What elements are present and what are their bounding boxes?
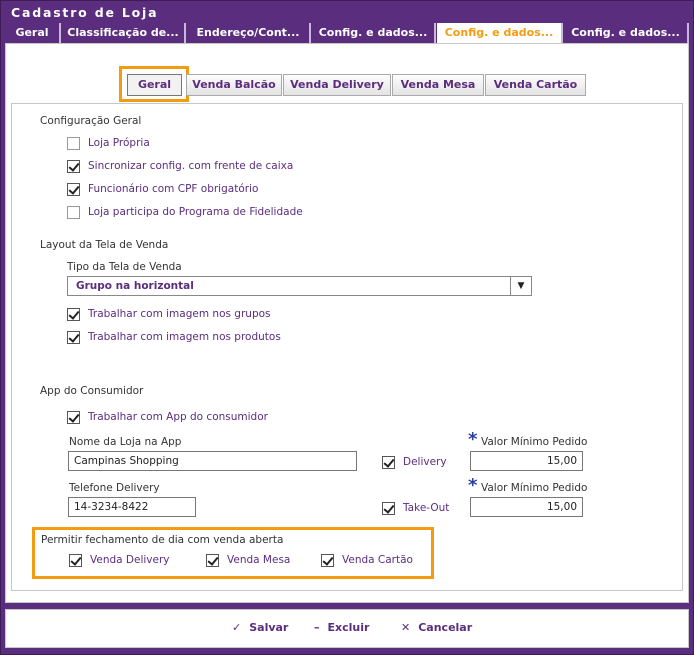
nome-loja-label: Nome da Loja na App (69, 436, 182, 448)
tipo-tela-value: Grupo na horizontal (76, 280, 194, 292)
valor-min-delivery-input[interactable]: 15,00 (470, 451, 583, 471)
subtab-venda-cartao[interactable]: Venda Cartão (485, 74, 586, 96)
subtab-venda-delivery[interactable]: Venda Delivery (283, 74, 391, 96)
valor-min-takeout-input[interactable]: 15,00 (470, 497, 583, 517)
tab-config-1[interactable]: Config. e dados... (312, 23, 436, 43)
imagem-produtos-label: Trabalhar com imagem nos produtos (88, 331, 281, 343)
nome-loja-input[interactable]: Campinas Shopping (68, 451, 357, 471)
tab-config-3[interactable]: Config. e dados... (564, 23, 689, 43)
fech-cartao-label: Venda Cartão (342, 554, 413, 566)
tipo-tela-select[interactable]: Grupo na horizontal ▼ (67, 276, 532, 296)
app-title: App do Consumidor (40, 385, 144, 397)
window-title: Cadastro de Loja (1, 1, 693, 22)
required-asterisk: * (468, 475, 478, 496)
fech-delivery-checkbox[interactable] (69, 554, 82, 567)
delete-label: Excluir (327, 621, 370, 634)
layout-title: Layout da Tela de Venda (40, 239, 169, 251)
store-register-window: Cadastro de Loja Geral Classificação de.… (0, 0, 694, 655)
use-app-checkbox[interactable] (67, 411, 80, 424)
telefone-input[interactable]: 14-3234-8422 (68, 497, 196, 517)
imagem-grupos-checkbox[interactable] (67, 308, 80, 321)
funcionario-cpf-label: Funcionário com CPF obrigatório (88, 183, 259, 195)
fechamento-title: Permitir fechamento de dia com venda abe… (41, 534, 284, 546)
fech-mesa-checkbox[interactable] (206, 554, 219, 567)
imagem-produtos-checkbox[interactable] (67, 331, 80, 344)
use-app-label: Trabalhar com App do consumidor (88, 411, 268, 423)
chevron-down-icon[interactable]: ▼ (510, 277, 531, 295)
takeout-label: Take-Out (403, 502, 450, 514)
fech-cartao-checkbox[interactable] (321, 554, 334, 567)
funcionario-cpf-checkbox[interactable] (67, 183, 80, 196)
subtab-venda-balcao[interactable]: Venda Balcão (186, 74, 282, 96)
cancel-label: Cancelar (418, 621, 473, 634)
minus-icon: – (314, 621, 320, 634)
check-icon: ✓ (232, 621, 242, 634)
loja-propria-checkbox[interactable] (67, 137, 80, 150)
required-asterisk: * (468, 429, 478, 450)
footer-toolbar: ✓ Salvar – Excluir ✕ Cancelar (5, 609, 689, 648)
cancel-button[interactable]: ✕ Cancelar (401, 621, 472, 634)
fidelidade-checkbox[interactable] (67, 206, 80, 219)
settings-panel: Configuração Geral Loja Própria Sincroni… (11, 103, 683, 591)
valor-min-delivery-label: Valor Mínimo Pedido (481, 436, 588, 448)
delivery-checkbox[interactable] (382, 456, 395, 469)
save-button[interactable]: ✓ Salvar (232, 621, 288, 634)
sincronizar-checkbox[interactable] (67, 160, 80, 173)
close-icon: ✕ (401, 621, 411, 634)
config-geral-title: Configuração Geral (40, 115, 142, 127)
fech-delivery-label: Venda Delivery (90, 554, 170, 566)
fech-mesa-label: Venda Mesa (227, 554, 291, 566)
imagem-grupos-label: Trabalhar com imagem nos grupos (88, 308, 271, 320)
delete-button[interactable]: – Excluir (314, 621, 369, 634)
tab-geral[interactable]: Geral (5, 23, 61, 43)
tab-content: Geral Venda Balcão Venda Delivery Venda … (5, 43, 689, 603)
fidelidade-label: Loja participa do Programa de Fidelidade (88, 206, 303, 218)
tab-classificacao[interactable]: Classificação de... (62, 23, 186, 43)
tipo-tela-label: Tipo da Tela de Venda (67, 261, 182, 273)
tab-config-2[interactable]: Config. e dados... (437, 23, 563, 43)
delivery-label: Delivery (403, 456, 447, 468)
telefone-label: Telefone Delivery (69, 482, 160, 494)
sincronizar-label: Sincronizar config. com frente de caixa (88, 160, 294, 172)
valor-min-takeout-label: Valor Mínimo Pedido (481, 482, 588, 494)
save-label: Salvar (249, 621, 289, 634)
loja-propria-label: Loja Própria (88, 137, 150, 149)
subtab-geral[interactable]: Geral (127, 74, 182, 96)
tab-endereco[interactable]: Endereço/Cont... (187, 23, 311, 43)
subtab-venda-mesa[interactable]: Venda Mesa (392, 74, 484, 96)
takeout-checkbox[interactable] (382, 502, 395, 515)
main-tabs: Geral Classificação de... Endereço/Cont.… (5, 23, 689, 43)
